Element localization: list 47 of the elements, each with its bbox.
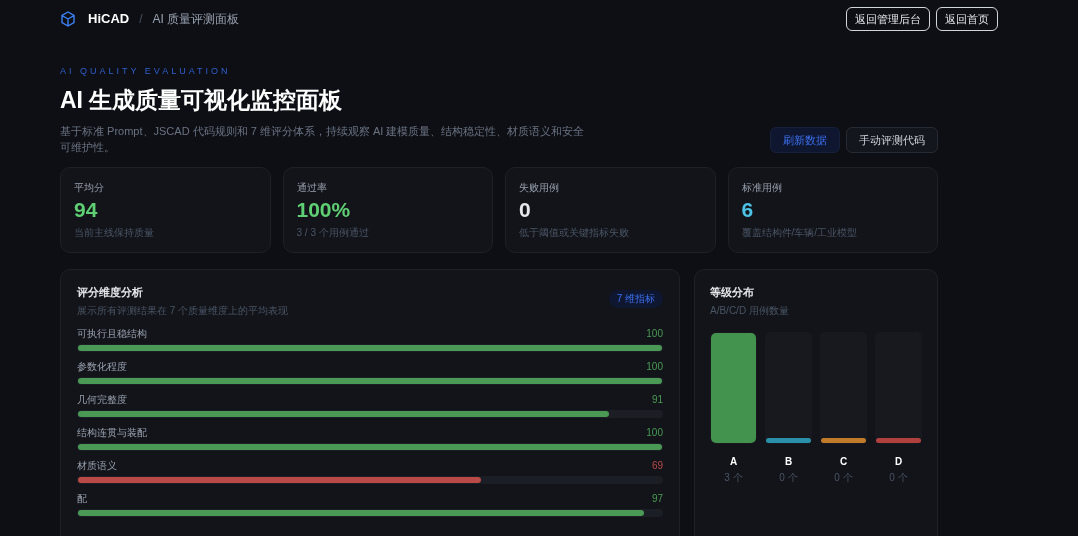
nav-button[interactable]: 返回管理后台	[846, 7, 930, 31]
brand-name[interactable]: HiCAD	[88, 9, 130, 29]
stat-note: 当前主线保持质量	[74, 226, 155, 240]
dimension-label: 配	[77, 491, 87, 506]
stat-value: 0	[519, 197, 532, 223]
breadcrumb-separator: /	[139, 11, 143, 28]
dimension-label: 结构连贯与装配	[77, 425, 147, 440]
grade-count: 0 个	[779, 470, 798, 485]
stat-label: 标准用例	[741, 181, 783, 195]
panel-title: 等级分布	[710, 285, 755, 300]
dimension-label: 可执行且稳结构	[77, 326, 147, 341]
stat-label: 失败用例	[519, 181, 560, 195]
grade-count: 0 个	[834, 470, 853, 485]
panel-title: 评分维度分析	[77, 285, 144, 300]
stat-value: 100%	[296, 197, 352, 223]
page-description: 基于标准 Prompt、JSCAD 代码规则和 7 维评分体系，持续观察 AI 建模质量、结构稳定性、材质语义和安全可维护性。	[60, 124, 586, 155]
dimension-count-badge: 7 维指标	[608, 290, 663, 308]
dimension-score: 69	[651, 458, 663, 473]
grade-count: 3 个	[724, 470, 743, 485]
dimension-score: 100	[646, 326, 663, 341]
cube-logo-icon	[60, 11, 76, 27]
stat-note: 覆盖结构件/车辆/工业模型	[741, 226, 859, 240]
dimension-label: 参数化程度	[77, 359, 127, 374]
action-button[interactable]: 手动评测代码	[846, 127, 938, 153]
dimension-label: 几何完整度	[77, 392, 127, 407]
grade-letter: C	[839, 454, 848, 469]
stat-note: 3 / 3 个用例通过	[296, 226, 370, 240]
eyebrow-label: AI QUALITY EVALUATION	[60, 65, 232, 78]
dimension-score: 97	[651, 491, 663, 506]
nav-button[interactable]: 返回首页	[936, 7, 998, 31]
grade-letter: D	[894, 454, 903, 469]
dimension-score: 91	[651, 392, 663, 407]
breadcrumb-current: AI 质量评测面板	[152, 11, 240, 28]
stat-label: 平均分	[74, 181, 105, 195]
action-button[interactable]: 刷新数据	[770, 127, 840, 153]
stat-label: 通过率	[296, 181, 328, 195]
stat-value: 94	[74, 197, 99, 223]
dimension-score: 100	[646, 359, 663, 374]
stat-value: 6	[741, 197, 755, 223]
panel-subtitle: A/B/C/D 用例数量	[710, 303, 790, 318]
grade-letter: B	[784, 454, 793, 469]
dimension-label: 材质语义	[77, 458, 117, 473]
grade-count: 0 个	[889, 470, 908, 485]
grade-letter: A	[729, 454, 738, 469]
dimension-score: 100	[646, 425, 663, 440]
stat-note: 低于阈值或关键指标失败	[519, 226, 630, 240]
page-title: AI 生成质量可视化监控面板	[60, 85, 344, 115]
